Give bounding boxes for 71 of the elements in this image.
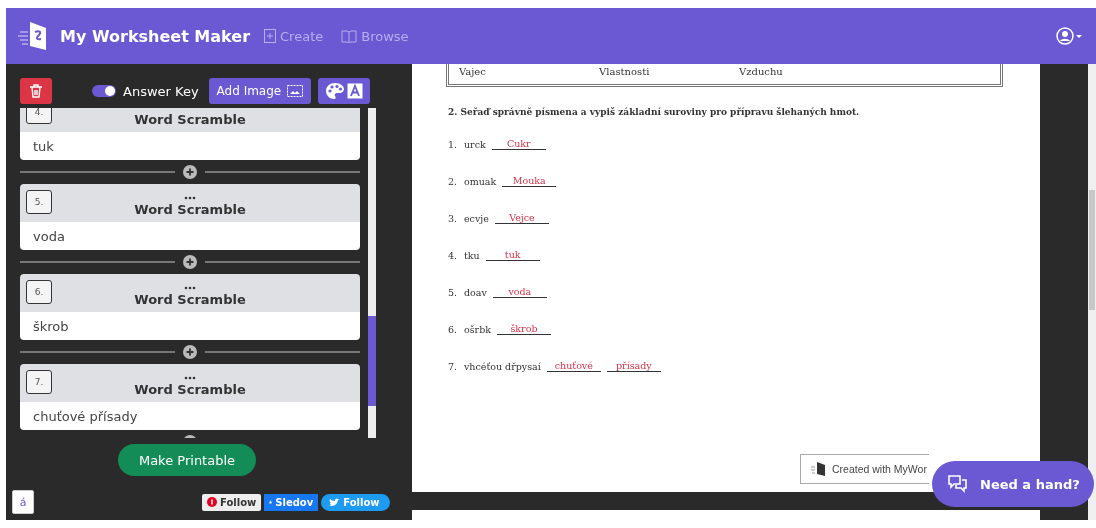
answer-blank: přísady <box>606 360 661 372</box>
answer-text[interactable]: tuk <box>20 132 360 160</box>
answer-blank: Vejce <box>494 212 549 224</box>
scrambled-word: omuak <box>464 176 497 187</box>
trash-icon <box>30 84 42 98</box>
credit-badge[interactable]: Created with MyWor <box>800 454 929 485</box>
item-number: 6. <box>448 324 458 335</box>
pin-icon <box>207 497 217 507</box>
item-number: 2. <box>448 176 458 187</box>
scrambled-word: urck <box>464 139 486 150</box>
follow-button[interactable]: Follow <box>321 493 390 511</box>
theme-button[interactable] <box>318 78 371 104</box>
question-number: 5. <box>26 190 52 214</box>
answer-blank: Cukr <box>491 138 546 150</box>
help-button[interactable]: Need a hand? <box>932 461 1094 507</box>
table-cell-text: Vlastnosti <box>599 65 651 79</box>
make-printable-button[interactable]: Make Printable <box>118 444 256 476</box>
add-question-icon[interactable] <box>183 165 197 179</box>
add-question-icon[interactable] <box>183 345 197 359</box>
scrambled-word: ecvje <box>464 213 489 224</box>
app-title[interactable]: My Worksheet Maker <box>60 26 251 46</box>
image-icon <box>287 85 304 97</box>
answer-blank: tuk <box>485 249 540 261</box>
item-number: 4. <box>448 250 458 261</box>
question-type: Word Scramble <box>134 382 246 398</box>
table-cell-text: Vzduchu <box>739 65 784 79</box>
add-question-icon[interactable] <box>183 255 197 269</box>
font-icon <box>346 83 363 99</box>
answer-text[interactable]: chuťové přísady <box>20 402 360 430</box>
item-number: 3. <box>448 213 458 224</box>
follow-button[interactable]: Sledov <box>264 493 319 511</box>
scrambled-word: doav <box>464 287 487 298</box>
item-number: 7. <box>448 361 458 372</box>
answer-key-label: Answer Key <box>123 83 199 99</box>
scrollbar[interactable] <box>368 108 376 438</box>
table-cell-text: Vajec <box>459 65 487 79</box>
logo-icon <box>811 461 827 478</box>
item-number: 1. <box>448 139 458 150</box>
answer-blank: Mouka <box>502 175 557 187</box>
question-type: Word Scramble <box>134 202 246 218</box>
question-number: 4. <box>26 108 52 124</box>
answer-blank: voda <box>492 286 547 298</box>
follow-button[interactable]: Follow <box>202 493 262 511</box>
palette-icon <box>325 83 344 99</box>
user-menu-icon[interactable] <box>1056 27 1082 45</box>
delete-button[interactable] <box>20 78 52 104</box>
question-type: Word Scramble <box>134 292 246 308</box>
answer-blank: chuťové <box>546 360 601 372</box>
drag-handle-icon[interactable] <box>184 374 196 382</box>
instruction-text: 2. Seřaď správně písmena a vypiš základní suroviny pro přípravu šlehaných hmot. <box>448 107 861 117</box>
scrambled-word: vhcéťou dřpysaí <box>464 361 541 372</box>
page-scrollbar[interactable] <box>1088 64 1096 520</box>
answer-blank: škrob <box>497 323 551 335</box>
answer-text[interactable]: škrob <box>20 312 360 340</box>
add-image-button[interactable]: Add Image <box>208 78 312 104</box>
answer-text[interactable]: voda <box>20 222 360 250</box>
answer-key-toggle[interactable] <box>92 85 116 97</box>
item-number: 5. <box>448 287 458 298</box>
drag-handle-icon[interactable] <box>184 194 196 202</box>
scrambled-word: ošrbk <box>464 324 491 335</box>
question-number: 7. <box>26 370 52 394</box>
scrambled-word: tku <box>464 250 480 261</box>
plus-page-icon <box>264 29 277 43</box>
book-icon <box>341 29 358 43</box>
special-character-button[interactable]: á <box>12 490 34 514</box>
chat-icon <box>948 475 968 493</box>
bird-icon <box>329 497 341 507</box>
drag-handle-icon[interactable] <box>184 284 196 292</box>
credit-text: Created with MyWor <box>832 463 927 476</box>
question-type: Word Scramble <box>134 112 246 128</box>
question-number: 6. <box>26 280 52 304</box>
